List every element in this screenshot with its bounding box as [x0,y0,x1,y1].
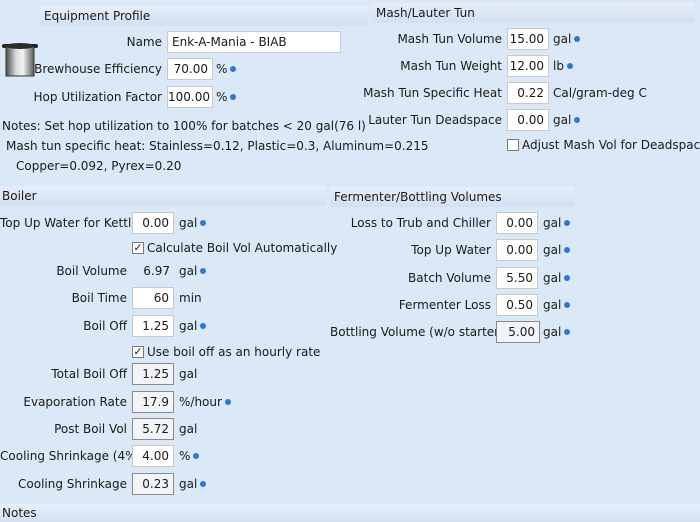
name-label: Name [126,35,162,49]
brewhouse-efficiency-label: Brewhouse Efficiency [34,62,162,76]
fermenter-loss-unit: gal [543,295,571,315]
cooling-shrinkage-label: Cooling Shrinkage [18,477,127,491]
bottling-volume-label: Bottling Volume (w/o starter) [330,325,504,339]
mash-tun-volume-label: Mash Tun Volume [397,32,502,46]
lauter-tun-deadspace-unit: gal [553,110,581,130]
indicator-dot-icon [564,274,571,281]
fermenter-bottling-header: Fermenter/Bottling Volumes [330,187,574,207]
indicator-dot-icon [200,267,207,274]
hop-utilization-unit: % [216,87,237,107]
indicator-dot-icon [224,398,231,405]
boil-off-label: Boil Off [83,319,127,333]
mash-tun-specific-heat-unit: Cal/gram-deg C [553,86,647,100]
indicator-dot-icon [200,480,207,487]
mash-lauter-tun-header: Mash/Lauter Tun [372,3,694,23]
indicator-dot-icon [566,62,573,69]
top-up-water-field[interactable]: 0.00 [496,239,538,261]
notes-specific-heat-cont: Copper=0.092, Pyrex=0.20 [16,159,182,173]
indicator-dot-icon [200,322,207,329]
post-boil-vol-unit: gal [179,422,198,436]
equipment-profile-header: Equipment Profile [40,6,368,26]
bottling-volume-unit: gal [543,322,571,342]
batch-volume-field[interactable]: 5.50 [496,267,538,289]
loss-to-trub-field[interactable]: 0.00 [496,212,538,234]
boil-time-label: Boil Time [71,291,127,305]
evaporation-rate-value: 17.9 [132,391,174,413]
fermenter-loss-field[interactable]: 0.50 [496,294,538,316]
indicator-dot-icon [230,93,237,100]
mash-tun-weight-unit: lb [553,56,573,76]
boil-off-unit: gal [179,316,207,336]
boil-volume-value: 6.97 [143,264,170,278]
boil-volume-unit: gal [179,261,207,281]
indicator-dot-icon [193,452,200,459]
brewhouse-efficiency-field[interactable]: 70.00 [167,58,213,80]
notes-header: Notes [0,504,700,522]
top-up-water-kettle-label: Top Up Water for Kettle [0,216,139,230]
checkbox-checked-icon: ✓ [132,344,144,358]
adjust-mash-vol-checkbox[interactable]: Adjust Mash Vol for Deadspace [507,137,700,153]
indicator-dot-icon [574,116,581,123]
evaporation-rate-unit: %/hour [179,392,231,412]
batch-volume-unit: gal [543,268,571,288]
top-up-water-unit: gal [543,240,571,260]
cooling-shrinkage-unit: gal [179,474,207,494]
loss-to-trub-label: Loss to Trub and Chiller [350,216,491,230]
cooling-shrinkage-pct-field[interactable]: 4.00 [132,445,174,467]
mash-tun-weight-label: Mash Tun Weight [400,59,502,73]
post-boil-vol-value: 5.72 [132,418,174,440]
indicator-dot-icon [230,65,237,72]
fermenter-loss-label: Fermenter Loss [398,298,491,312]
calculate-boil-vol-checkbox[interactable]: ✓ Calculate Boil Vol Automatically [132,240,337,256]
indicator-dot-icon [564,328,571,335]
lauter-tun-deadspace-field[interactable]: 0.00 [507,109,549,131]
top-up-water-kettle-unit: gal [179,213,207,233]
indicator-dot-icon [564,246,571,253]
total-boil-off-label: Total Boil Off [51,367,127,381]
notes-specific-heat: Mash tun specific heat: Stainless=0.12, … [6,139,429,153]
mash-tun-volume-field[interactable]: 15.00 [507,28,549,50]
loss-to-trub-unit: gal [543,213,571,233]
equipment-name-field[interactable]: Enk-A-Mania - BIAB [167,31,341,53]
hop-utilization-field[interactable]: 100.00 [167,86,213,108]
mash-tun-volume-unit: gal [553,29,581,49]
boil-time-unit: min [179,291,202,305]
mash-tun-specific-heat-field[interactable]: 0.22 [507,82,549,104]
brewhouse-efficiency-unit: % [216,59,237,79]
top-up-water-label: Top Up Water [411,243,491,257]
cooling-shrinkage-pct-label: Cooling Shrinkage (4%) [0,449,142,463]
notes-hop-utilization: Notes: Set hop utilization to 100% for b… [2,119,366,133]
total-boil-off-unit: gal [179,367,198,381]
lauter-tun-deadspace-label: Lauter Tun Deadspace [368,113,502,127]
mash-tun-weight-field[interactable]: 12.00 [507,55,549,77]
bottling-volume-value: 5.00 [496,321,540,343]
boil-time-field[interactable]: 60 [132,287,174,309]
mash-tun-specific-heat-label: Mash Tun Specific Heat [363,86,502,100]
boil-off-field[interactable]: 1.25 [132,315,174,337]
post-boil-vol-label: Post Boil Vol [54,422,127,436]
checkbox-unchecked-icon [507,138,519,151]
indicator-dot-icon [564,219,571,226]
batch-volume-label: Batch Volume [408,271,491,285]
total-boil-off-value: 1.25 [132,363,174,385]
hop-utilization-label: Hop Utilization Factor [33,90,162,104]
boiler-header: Boiler [0,186,326,206]
indicator-dot-icon [200,219,207,226]
indicator-dot-icon [564,301,571,308]
top-up-water-kettle-field[interactable]: 0.00 [132,212,174,234]
cooling-shrinkage-value: 0.23 [132,473,174,495]
checkbox-checked-icon: ✓ [132,240,144,254]
cooling-shrinkage-pct-unit: % [179,446,200,466]
indicator-dot-icon [574,35,581,42]
boil-off-hourly-checkbox[interactable]: ✓ Use boil off as an hourly rate [132,344,320,360]
evaporation-rate-label: Evaporation Rate [23,395,127,409]
boil-volume-label: Boil Volume [56,264,127,278]
